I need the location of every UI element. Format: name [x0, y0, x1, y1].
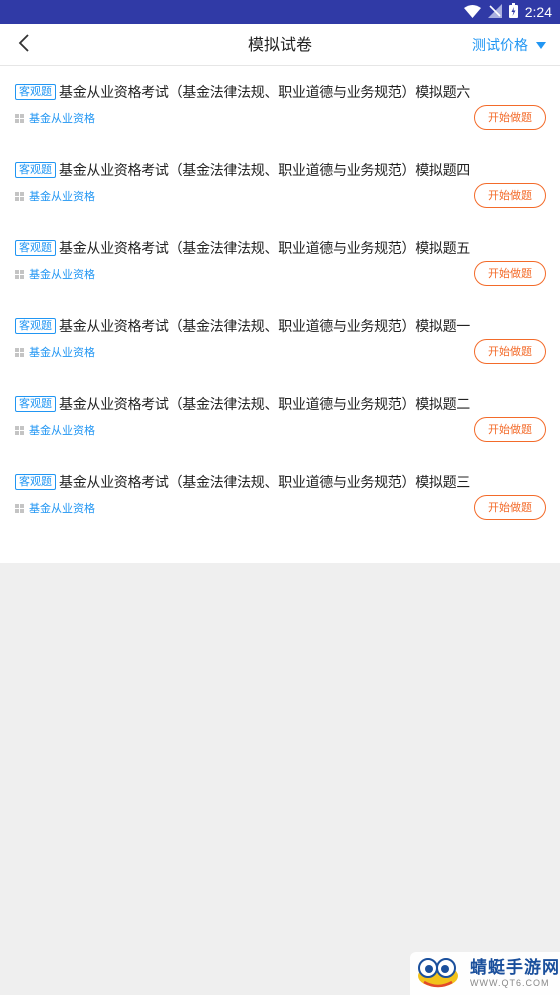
category-grid-icon [15, 113, 24, 123]
paper-item[interactable]: 客观题 基金从业资格考试（基金法律法规、职业道德与业务规范）模拟题一基金从业资格 开… [0, 300, 560, 378]
paper-title-row: 客观题 基金从业资格考试（基金法律法规、职业道德与业务规范）模拟题六 [15, 82, 550, 102]
paper-type-badge: 客观题 [15, 240, 56, 256]
start-quiz-button[interactable]: 开始做题 [474, 495, 546, 520]
paper-title[interactable]: 基金从业资格考试（基金法律法规、职业道德与业务规范）模拟题四 [59, 160, 470, 180]
paper-item[interactable]: 客观题 基金从业资格考试（基金法律法规、职业道德与业务规范）模拟题五基金从业资格 开… [0, 222, 560, 300]
paper-category-row: 基金从业资格 [15, 422, 95, 438]
category-grid-icon [15, 425, 24, 435]
paper-title[interactable]: 基金从业资格考试（基金法律法规、职业道德与业务规范）模拟题五 [59, 238, 470, 258]
paper-category-row: 基金从业资格 [15, 266, 95, 282]
watermark-name: 蜻蜓手游网 [470, 958, 560, 978]
paper-title[interactable]: 基金从业资格考试（基金法律法规、职业道德与业务规范）模拟题二 [59, 394, 470, 414]
paper-category: 基金从业资格 [29, 190, 95, 203]
nav-bar: 模拟试卷 测试价格 [0, 24, 560, 66]
battery-icon [508, 2, 518, 22]
category-grid-icon [15, 347, 24, 357]
paper-title-row: 客观题 基金从业资格考试（基金法律法规、职业道德与业务规范）模拟题二 [15, 394, 550, 414]
paper-category: 基金从业资格 [29, 112, 95, 125]
start-quiz-button[interactable]: 开始做题 [474, 105, 546, 130]
paper-item[interactable]: 客观题 基金从业资格考试（基金法律法规、职业道德与业务规范）模拟题六基金从业资格 开… [0, 66, 560, 144]
paper-list: 客观题 基金从业资格考试（基金法律法规、职业道德与业务规范）模拟题六 基金从业资格开… [0, 66, 560, 563]
paper-title[interactable]: 基金从业资格考试（基金法律法规、职业道德与业务规范）模拟题六 [59, 82, 470, 102]
paper-title-row: 客观题 基金从业资格考试（基金法律法规、职业道德与业务规范）模拟题四 [15, 160, 550, 180]
paper-item[interactable]: 客观题 基金从业资格考试（基金法律法规、职业道德与业务规范）模拟题四基金从业资格 开… [0, 144, 560, 222]
start-quiz-button[interactable]: 开始做题 [474, 183, 546, 208]
category-grid-icon [15, 503, 24, 513]
start-quiz-button[interactable]: 开始做题 [474, 261, 546, 286]
paper-item[interactable]: 客观题 基金从业资格考试（基金法律法规、职业道德与业务规范）模拟题三基金从业资格 开… [0, 456, 560, 534]
wifi-icon [463, 3, 481, 22]
paper-category: 基金从业资格 [29, 268, 95, 281]
dragonfly-logo-icon [414, 954, 462, 994]
back-button[interactable] [12, 33, 36, 57]
start-quiz-button[interactable]: 开始做题 [474, 417, 546, 442]
status-icons: 2:24 [463, 2, 552, 22]
paper-title-row: 客观题 基金从业资格考试（基金法律法规、职业道德与业务规范）模拟题五 [15, 238, 550, 258]
paper-type-badge: 客观题 [15, 318, 56, 334]
paper-item[interactable]: 客观题 基金从业资格考试（基金法律法规、职业道德与业务规范）模拟题二基金从业资格 开… [0, 378, 560, 456]
category-grid-icon [15, 269, 24, 279]
paper-type-badge: 客观题 [15, 84, 56, 100]
watermark: 蜻蜓手游网 WWW.QT6.COM [410, 952, 560, 995]
paper-category: 基金从业资格 [29, 502, 95, 515]
category-grid-icon [15, 191, 24, 201]
price-filter-label: 测试价格 [472, 38, 528, 54]
paper-type-badge: 客观题 [15, 396, 56, 412]
paper-category: 基金从业资格 [29, 424, 95, 437]
paper-category-row: 基金从业资格 [15, 500, 95, 516]
paper-title[interactable]: 基金从业资格考试（基金法律法规、职业道德与业务规范）模拟题一 [59, 316, 470, 336]
paper-category-row: 基金从业资格 [15, 188, 95, 204]
status-time: 2:24 [524, 4, 552, 20]
paper-title[interactable]: 基金从业资格考试（基金法律法规、职业道德与业务规范）模拟题三 [59, 472, 470, 492]
status-bar: 2:24 [0, 0, 560, 24]
paper-category-row: 基金从业资格 [15, 344, 95, 360]
chevron-left-icon [18, 33, 30, 57]
no-signal-icon [487, 3, 502, 22]
watermark-url: WWW.QT6.COM [470, 978, 550, 988]
paper-type-badge: 客观题 [15, 162, 56, 178]
paper-category: 基金从业资格 [29, 346, 95, 359]
paper-title-row: 客观题 基金从业资格考试（基金法律法规、职业道德与业务规范）模拟题三 [15, 472, 550, 492]
paper-type-badge: 客观题 [15, 474, 56, 490]
triangle-down-icon [536, 41, 546, 49]
paper-category-row: 基金从业资格 [15, 110, 95, 126]
paper-title-row: 客观题 基金从业资格考试（基金法律法规、职业道德与业务规范）模拟题一 [15, 316, 550, 336]
price-filter-button[interactable]: 测试价格 [472, 24, 546, 66]
start-quiz-button[interactable]: 开始做题 [474, 339, 546, 364]
